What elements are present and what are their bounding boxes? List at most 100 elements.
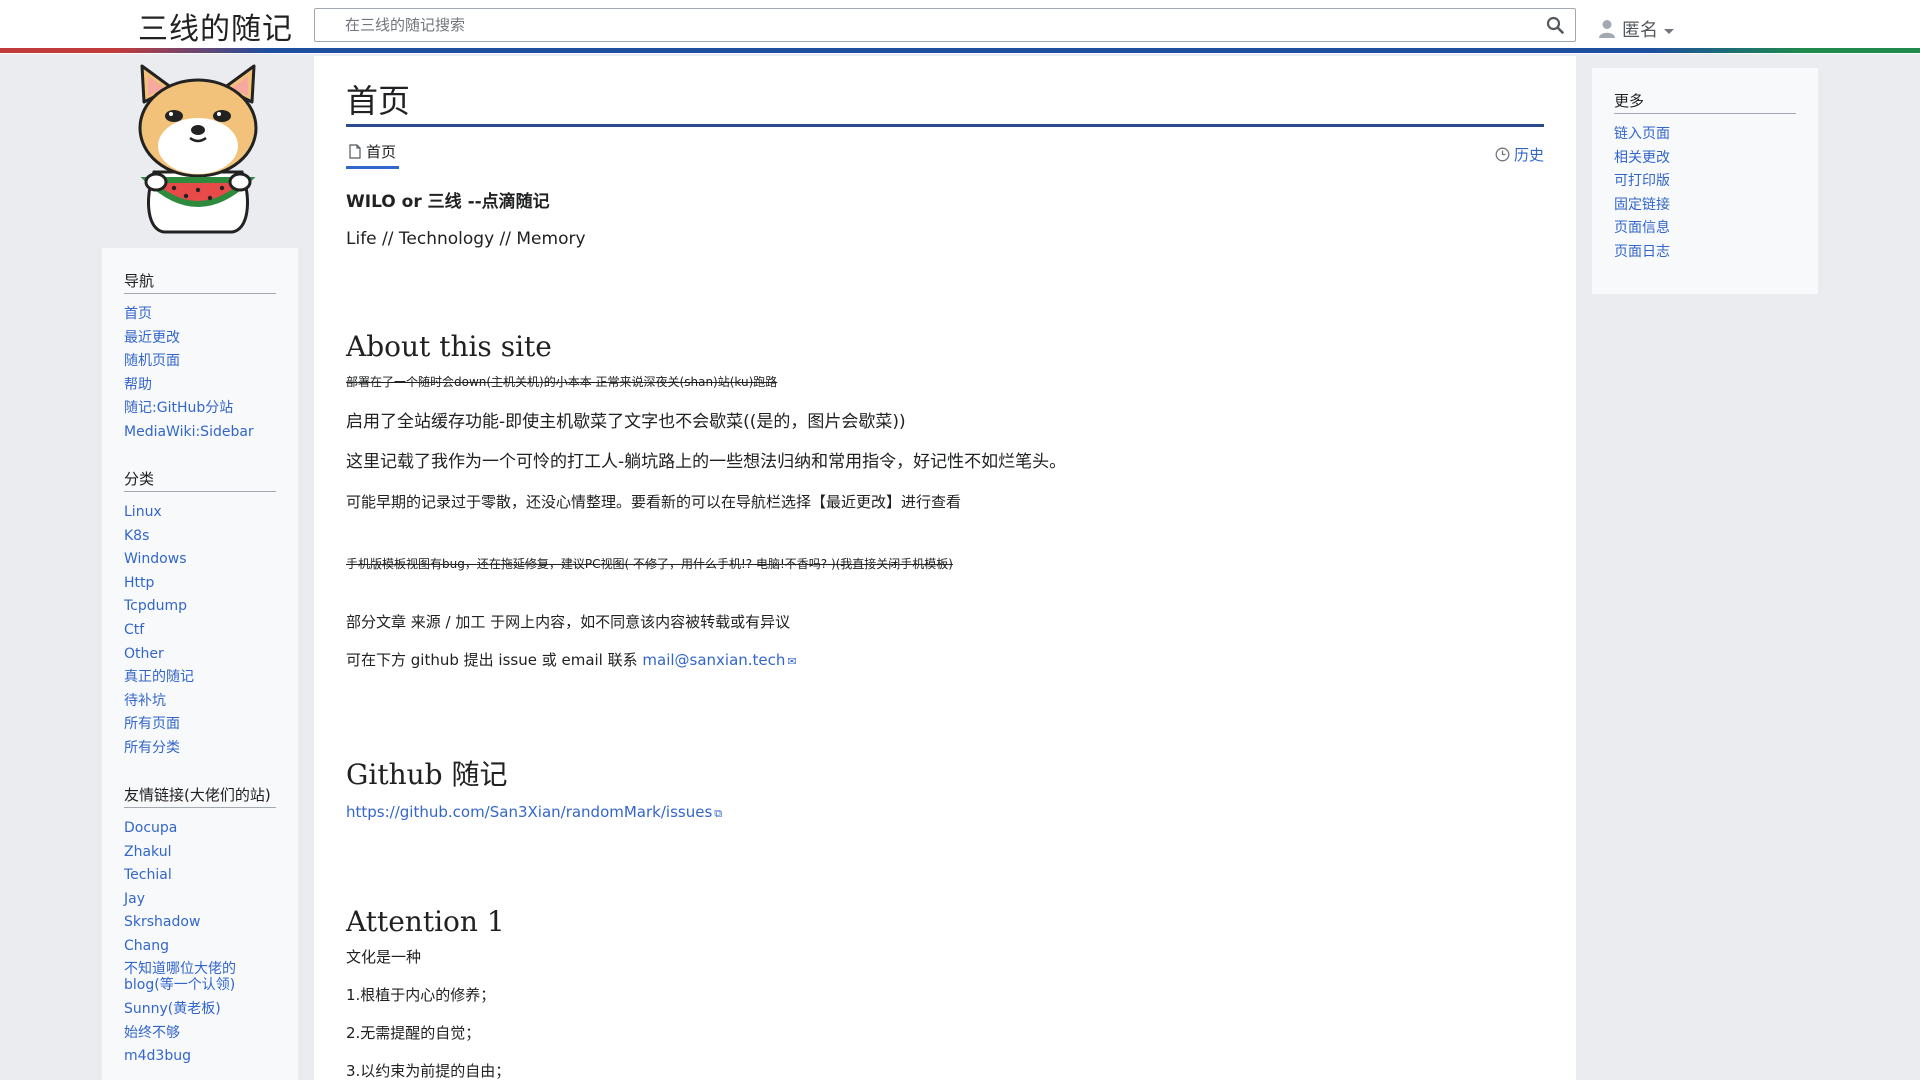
sidebar-link-help[interactable]: 帮助 bbox=[124, 377, 152, 393]
friend-link-docupa[interactable]: Docupa bbox=[124, 820, 177, 836]
tab-history-label: 历史 bbox=[1513, 145, 1544, 164]
nav-heading: 导航 bbox=[124, 270, 276, 294]
friend-link-never-enough[interactable]: 始终不够 bbox=[124, 1025, 180, 1041]
user-menu[interactable]: 匿名 bbox=[1598, 14, 1674, 44]
category-link-tcpdump[interactable]: Tcpdump bbox=[124, 598, 187, 614]
left-sidebar: 导航 首页 最近更改 随机页面 帮助 随记:GitHub分站 MediaWiki… bbox=[102, 248, 298, 1080]
search-input[interactable] bbox=[315, 10, 1535, 40]
sidebar-item: 页面信息 bbox=[1614, 220, 1796, 236]
site-name-link[interactable]: 三线的随记 bbox=[138, 4, 293, 48]
sidebar-item: m4d3bug bbox=[124, 1048, 276, 1064]
header-color-rule bbox=[0, 48, 1920, 53]
friend-link-chang[interactable]: Chang bbox=[124, 938, 169, 954]
clock-icon bbox=[1495, 147, 1510, 161]
strike-note-1: 部署在了一个随时会down(主机关机)的小本本 正常来说深夜关(shan)站(k… bbox=[346, 375, 778, 389]
page-tabs: 首页 历史 bbox=[346, 141, 1544, 175]
search-button[interactable] bbox=[1535, 10, 1575, 40]
tool-link-related-changes[interactable]: 相关更改 bbox=[1614, 150, 1670, 166]
friend-link-m4d3bug[interactable]: m4d3bug bbox=[124, 1048, 191, 1064]
mail-icon: ✉ bbox=[787, 655, 797, 668]
tool-link-page-info[interactable]: 页面信息 bbox=[1614, 220, 1670, 236]
tab-page[interactable]: 首页 bbox=[346, 141, 400, 169]
friend-link-skrshadow[interactable]: Skrshadow bbox=[124, 914, 200, 930]
github-issues-link[interactable]: https://github.com/San3Xian/randomMark/i… bbox=[346, 803, 712, 821]
tool-link-whatlinkshere[interactable]: 链入页面 bbox=[1614, 126, 1670, 142]
sidebar-link-home[interactable]: 首页 bbox=[124, 306, 152, 322]
sidebar-item: 链入页面 bbox=[1614, 126, 1796, 142]
sidebar-item: Ctf bbox=[124, 622, 276, 638]
category-link-real-notes[interactable]: 真正的随记 bbox=[124, 669, 194, 685]
category-link-todo[interactable]: 待补坑 bbox=[124, 693, 166, 709]
tool-link-printable[interactable]: 可打印版 bbox=[1614, 173, 1670, 189]
contact-text: 可在下方 github 提出 issue 或 email 联系 bbox=[346, 651, 643, 669]
friend-link-sunny[interactable]: Sunny(黄老板) bbox=[124, 1001, 221, 1017]
page-title: 首页 bbox=[346, 76, 1544, 127]
sidebar-item: 不知道哪位大佬的blog(等一个认领) bbox=[124, 961, 248, 993]
heading-attention: Attention 1 bbox=[346, 905, 505, 938]
about-line-3: 可能早期的记录过于零散，还没心情整理。要看新的可以在导航栏选择【最近更改】进行查… bbox=[346, 493, 962, 511]
category-link-other[interactable]: Other bbox=[124, 646, 164, 662]
friend-links-heading: 友情链接(大佬们的站) bbox=[124, 784, 276, 808]
tagline: Life // Technology // Memory bbox=[346, 229, 586, 249]
friend-link-zhakul[interactable]: Zhakul bbox=[124, 844, 171, 860]
shiba-logo-icon bbox=[138, 64, 258, 234]
category-portlet: 分类 Linux K8s Windows Http Tcpdump Ctf Ot… bbox=[124, 468, 276, 756]
sidebar-item: Techial bbox=[124, 867, 276, 883]
category-link-k8s[interactable]: K8s bbox=[124, 528, 149, 544]
about-line-4: 部分文章 来源 / 加工 于网上内容，如不同意该内容被转载或有异议 bbox=[346, 613, 791, 631]
attention-line-3: 2.无需提醒的自觉； bbox=[346, 1024, 481, 1042]
right-sidebar: 更多 链入页面 相关更改 可打印版 固定链接 页面信息 页面日志 bbox=[1592, 68, 1818, 294]
sidebar-item: 随记:GitHub分站 bbox=[124, 400, 276, 416]
sidebar-item: 待补坑 bbox=[124, 693, 276, 709]
more-heading: 更多 bbox=[1614, 90, 1796, 114]
sidebar-item: 固定链接 bbox=[1614, 197, 1796, 213]
friend-link-unknown-blog[interactable]: 不知道哪位大佬的blog(等一个认领) bbox=[124, 961, 236, 993]
category-link-all-categories[interactable]: 所有分类 bbox=[124, 740, 180, 756]
tool-link-page-log[interactable]: 页面日志 bbox=[1614, 244, 1670, 260]
sidebar-item: 首页 bbox=[124, 306, 276, 322]
tab-page-label: 首页 bbox=[366, 143, 397, 161]
friend-link-jay[interactable]: Jay bbox=[124, 891, 145, 907]
about-line-1: 启用了全站缓存功能-即使主机歇菜了文字也不会歇菜((是的，图片会歇菜)) bbox=[346, 412, 906, 432]
more-portlet: 更多 链入页面 相关更改 可打印版 固定链接 页面信息 页面日志 bbox=[1614, 90, 1796, 260]
main-content: 首页 首页 历史 WILO or 三线 --点滴随记 Life // Techn… bbox=[314, 56, 1576, 1080]
sidebar-item: 所有分类 bbox=[124, 740, 276, 756]
nav-portlet: 导航 首页 最近更改 随机页面 帮助 随记:GitHub分站 MediaWiki… bbox=[124, 270, 276, 440]
sidebar-item: Sunny(黄老板) bbox=[124, 1001, 276, 1017]
category-link-all-pages[interactable]: 所有页面 bbox=[124, 716, 180, 732]
sidebar-item: K8s bbox=[124, 528, 276, 544]
tagline-bold: WILO or 三线 --点滴随记 bbox=[346, 192, 550, 212]
category-link-windows[interactable]: Windows bbox=[124, 551, 187, 567]
category-link-ctf[interactable]: Ctf bbox=[124, 622, 144, 638]
category-link-http[interactable]: Http bbox=[124, 575, 154, 591]
sidebar-item: Other bbox=[124, 646, 276, 662]
sidebar-item: 随机页面 bbox=[124, 353, 276, 369]
sidebar-link-random-page[interactable]: 随机页面 bbox=[124, 353, 180, 369]
strike-note-2: 手机版模板视图有bug，还在拖延修复，建议PC视图( 不修了，用什么手机!? 电… bbox=[346, 557, 953, 571]
sidebar-item: 始终不够 bbox=[124, 1025, 276, 1041]
user-name: 匿名 bbox=[1622, 20, 1658, 41]
sidebar-item: Skrshadow bbox=[124, 914, 276, 930]
sidebar-item: Windows bbox=[124, 551, 276, 567]
sidebar-link-recent-changes[interactable]: 最近更改 bbox=[124, 330, 180, 346]
sidebar-link-mediawiki-sidebar[interactable]: MediaWiki:Sidebar bbox=[124, 424, 254, 440]
tool-link-permalink[interactable]: 固定链接 bbox=[1614, 197, 1670, 213]
tab-history[interactable]: 历史 bbox=[1495, 141, 1544, 167]
friend-link-techial[interactable]: Techial bbox=[124, 867, 172, 883]
page-icon bbox=[349, 144, 361, 159]
about-line-2: 这里记载了我作为一个可怜的打工人-躺坑路上的一些想法归纳和常用指令，好记性不如烂… bbox=[346, 452, 1067, 472]
email-link[interactable]: mail@sanxian.tech bbox=[642, 651, 785, 669]
site-logo[interactable] bbox=[124, 62, 272, 234]
chevron-down-icon bbox=[1664, 28, 1674, 34]
sidebar-item: Http bbox=[124, 575, 276, 591]
heading-about: About this site bbox=[346, 330, 552, 363]
category-link-linux[interactable]: Linux bbox=[124, 504, 162, 520]
sidebar-item: 可打印版 bbox=[1614, 173, 1796, 189]
attention-line-1: 文化是一种 bbox=[346, 948, 422, 966]
sidebar-item: 相关更改 bbox=[1614, 150, 1796, 166]
external-link-icon: ⧉ bbox=[714, 807, 723, 820]
sidebar-item: 帮助 bbox=[124, 377, 276, 393]
article-body: WILO or 三线 --点滴随记 Life // Technology // … bbox=[346, 191, 1544, 1080]
sidebar-link-github-branch[interactable]: 随记:GitHub分站 bbox=[124, 400, 233, 416]
friend-links-portlet: 友情链接(大佬们的站) Docupa Zhakul Techial Jay Sk… bbox=[124, 784, 276, 1064]
